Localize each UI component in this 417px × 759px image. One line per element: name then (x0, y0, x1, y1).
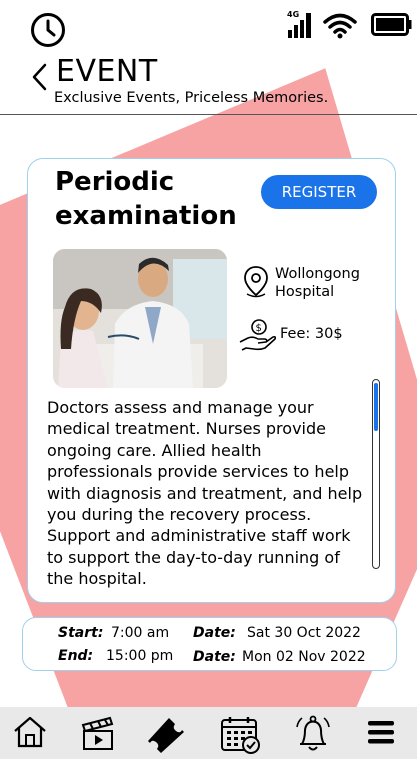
event-schedule: Start: 7:00 am Date: Sat 30 Oct 2022 End… (22, 617, 397, 671)
ticket-icon[interactable] (145, 715, 185, 755)
clock-icon (31, 13, 65, 47)
bottom-nav (0, 707, 417, 759)
start-label: Start: (58, 625, 104, 641)
scrollbar[interactable] (372, 379, 380, 569)
start-time: 7:00 am (111, 625, 170, 641)
clapperboard-icon[interactable] (80, 715, 116, 751)
page-title: EVENT (56, 54, 158, 89)
signal-icon: 4G (287, 10, 311, 38)
network-label: 4G (287, 10, 299, 19)
event-title: Periodic examination (55, 167, 237, 231)
scrollbar-thumb[interactable] (374, 383, 378, 431)
header-divider (0, 114, 417, 115)
bell-icon[interactable] (294, 715, 332, 753)
start-date-label: Date: (193, 625, 236, 641)
svg-text:$: $ (256, 323, 262, 334)
end-date: Mon 02 Nov 2022 (242, 649, 366, 665)
menu-icon[interactable] (366, 715, 396, 749)
location-line2: Hospital (275, 284, 335, 300)
wifi-icon (323, 13, 357, 39)
location-pin-icon (244, 266, 268, 298)
calendar-icon[interactable] (220, 715, 262, 755)
event-description: Doctors assess and manage your medical t… (47, 398, 363, 589)
register-button[interactable]: REGISTER (261, 175, 377, 209)
battery-icon (371, 13, 412, 36)
end-label: End: (58, 648, 94, 664)
back-chevron-icon[interactable] (30, 62, 48, 92)
event-card: Periodic examination REGISTER Wollongong… (27, 158, 396, 603)
home-icon[interactable] (12, 715, 48, 749)
event-location: Wollongong Hospital (275, 265, 360, 301)
event-fee: Fee: 30$ (280, 326, 343, 342)
event-image (53, 249, 227, 388)
location-line1: Wollongong (275, 266, 360, 282)
end-date-label: Date: (193, 649, 236, 665)
money-hand-icon: $ (239, 319, 276, 351)
start-date: Sat 30 Oct 2022 (247, 625, 361, 641)
end-time: 15:00 pm (106, 648, 174, 664)
page-subtitle: Exclusive Events, Priceless Memories. (54, 90, 329, 106)
status-bar: 4G (0, 0, 417, 50)
